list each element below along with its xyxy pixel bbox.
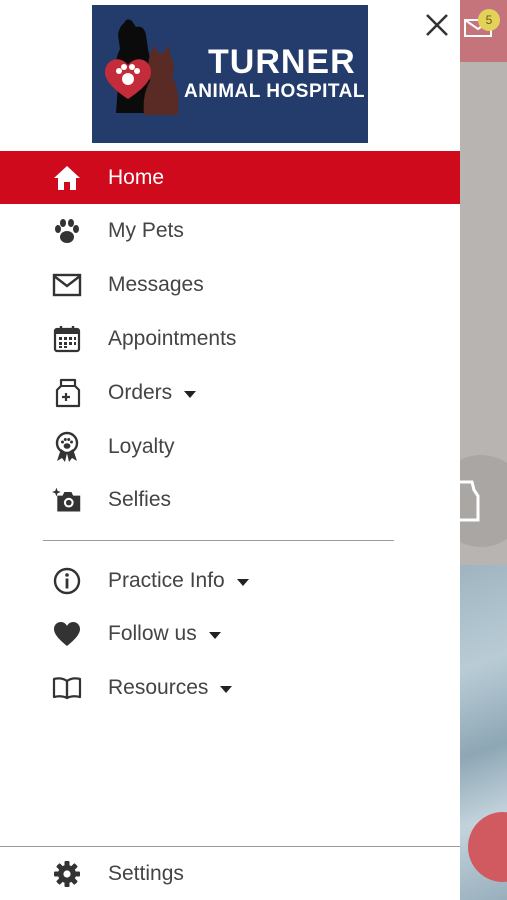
hospital-logo: TURNER ANIMAL HOSPITAL (92, 5, 368, 143)
resources-label: Resources (108, 676, 209, 699)
practice-info-label: Practice Info (108, 569, 225, 592)
camera-sparkle-icon (52, 485, 82, 515)
pet-silhouette-logo-icon (104, 19, 179, 115)
book-icon (52, 673, 82, 703)
background-bag-icon (460, 478, 482, 529)
menu-item-label: Loyalty (108, 435, 175, 458)
close-button[interactable] (420, 8, 454, 42)
award-ribbon-icon (52, 431, 82, 462)
chevron-down-icon (220, 685, 233, 693)
menu-item-practice-info[interactable]: Practice Info (0, 554, 460, 608)
paw-icon (52, 216, 82, 246)
logo-title: TURNER (208, 43, 356, 81)
menu-item-label: Practice Info (108, 569, 249, 593)
navigation-drawer: TURNER ANIMAL HOSPITAL Home My Pets Mess… (0, 0, 460, 900)
menu-item-label: Appointments (108, 327, 237, 350)
close-icon (426, 14, 448, 36)
medication-bag-icon (52, 378, 82, 408)
menu-item-my-pets[interactable]: My Pets (0, 204, 460, 258)
home-icon (52, 163, 82, 193)
background-app: 5 (460, 0, 507, 900)
menu-divider (43, 540, 394, 541)
menu-item-follow-us[interactable]: Follow us (0, 607, 460, 661)
menu-item-label: Settings (108, 861, 184, 885)
menu-item-settings[interactable]: Settings (0, 847, 460, 900)
menu-item-home[interactable]: Home (0, 151, 460, 204)
menu-item-resources[interactable]: Resources (0, 661, 460, 715)
menu-item-label: Home (108, 165, 165, 189)
chevron-down-icon (236, 578, 249, 586)
menu-item-messages[interactable]: Messages (0, 258, 460, 312)
menu-item-label: Messages (108, 273, 204, 296)
info-icon (52, 566, 82, 596)
menu-item-label: Selfies (108, 488, 172, 511)
menu-item-orders[interactable]: Orders (0, 366, 460, 420)
menu-item-appointments[interactable]: Appointments (0, 312, 460, 366)
heart-icon (52, 619, 82, 649)
calendar-icon (52, 324, 82, 354)
menu-item-loyalty[interactable]: Loyalty (0, 420, 460, 474)
logo-subtitle: ANIMAL HOSPITAL (184, 81, 365, 102)
menu-item-label: Follow us (108, 622, 221, 646)
background-badge: 5 (478, 9, 500, 31)
menu-item-label: My Pets (108, 219, 184, 242)
gear-icon (52, 859, 82, 889)
menu-item-selfies[interactable]: Selfies (0, 473, 460, 527)
envelope-icon (52, 270, 82, 300)
follow-us-label: Follow us (108, 622, 197, 645)
chevron-down-icon (184, 390, 197, 398)
menu-item-label: Orders (108, 381, 197, 405)
chevron-down-icon (208, 631, 221, 639)
menu-item-label: Resources (108, 676, 233, 700)
orders-label: Orders (108, 381, 173, 404)
